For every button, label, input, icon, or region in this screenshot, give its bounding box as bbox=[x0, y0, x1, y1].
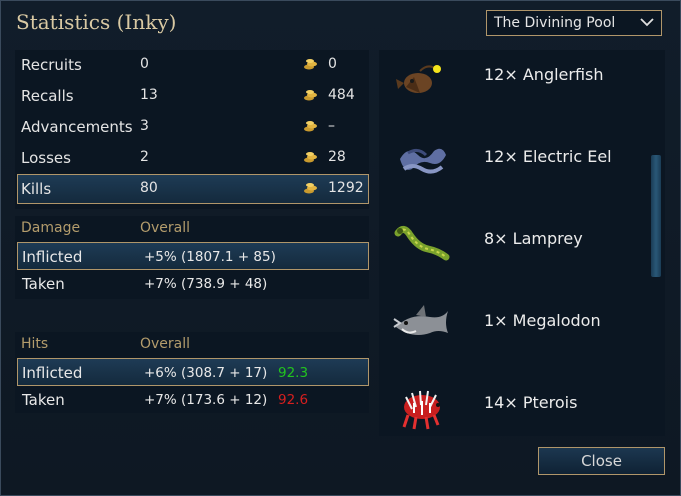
stat-row-recalls: Recalls 13 484 bbox=[17, 81, 369, 110]
chevron-down-icon bbox=[640, 18, 654, 27]
stat-label: Losses bbox=[21, 149, 71, 167]
unit-name: 14× Pterois bbox=[484, 393, 578, 412]
hits-inflicted-percent: 92.3 bbox=[278, 365, 309, 381]
stat-label: Recalls bbox=[21, 87, 74, 105]
stat-gold: 484 bbox=[328, 87, 355, 103]
hits-header: Hits bbox=[21, 336, 49, 352]
close-button[interactable]: Close bbox=[538, 447, 665, 475]
list-item[interactable]: 1× Megalodon bbox=[390, 293, 650, 353]
stat-value: 3 bbox=[140, 118, 149, 134]
gold-coins-icon bbox=[303, 118, 319, 138]
megalodon-icon bbox=[393, 305, 448, 335]
hits-taken-percent: 92.6 bbox=[278, 392, 309, 408]
hits-taken-value: +7% (173.6 + 12) bbox=[144, 392, 268, 408]
stat-row-recruits: Recruits 0 0 bbox=[17, 50, 369, 79]
list-item[interactable]: 8× Lamprey bbox=[390, 211, 650, 271]
gold-coins-icon bbox=[303, 87, 319, 107]
gold-coins-icon bbox=[303, 180, 319, 200]
electric-eel-icon bbox=[400, 148, 446, 174]
damage-taken-value: +7% (738.9 + 48) bbox=[144, 276, 268, 292]
stat-gold: 28 bbox=[328, 149, 346, 165]
damage-taken-label: Taken bbox=[22, 275, 65, 293]
stat-label: Advancements bbox=[21, 118, 133, 136]
list-item[interactable]: 14× Pterois bbox=[390, 375, 650, 435]
units-scrollbar[interactable] bbox=[651, 155, 661, 277]
hits-overall-header: Overall bbox=[140, 336, 191, 352]
pterois-icon bbox=[402, 390, 440, 430]
unit-name: 1× Megalodon bbox=[484, 311, 601, 330]
damage-taken-row: Taken +7% (738.9 + 48) bbox=[17, 270, 369, 298]
scenario-select[interactable]: The Divining Pool bbox=[486, 10, 662, 36]
stat-value: 2 bbox=[140, 149, 149, 165]
lamprey-icon bbox=[394, 226, 450, 261]
damage-inflicted-value: +5% (1807.1 + 85) bbox=[144, 249, 276, 265]
stat-value: 13 bbox=[140, 87, 158, 103]
scenario-select-value: The Divining Pool bbox=[494, 15, 616, 31]
anglerfish-icon bbox=[396, 65, 441, 93]
stat-value: 80 bbox=[140, 180, 158, 196]
hits-inflicted-value: +6% (308.7 + 17) bbox=[144, 365, 268, 381]
stat-row-kills[interactable]: Kills 80 1292 bbox=[17, 174, 369, 204]
unit-name: 8× Lamprey bbox=[484, 229, 583, 248]
dialog-title: Statistics (Inky) bbox=[16, 10, 177, 34]
stat-gold: – bbox=[328, 118, 335, 134]
list-item[interactable]: 12× Anglerfish bbox=[390, 47, 650, 107]
stat-label: Kills bbox=[21, 180, 52, 198]
hits-inflicted-label: Inflicted bbox=[22, 364, 83, 382]
hits-inflicted-row[interactable]: Inflicted +6% (308.7 + 17) 92.3 bbox=[17, 358, 369, 386]
unit-name: 12× Electric Eel bbox=[484, 147, 612, 166]
stat-value: 0 bbox=[140, 56, 149, 72]
list-item[interactable]: 12× Electric Eel bbox=[390, 129, 650, 189]
stat-gold: 1292 bbox=[328, 180, 364, 196]
damage-overall-header: Overall bbox=[140, 220, 191, 236]
damage-header: Damage bbox=[21, 220, 81, 236]
stat-row-advancements: Advancements 3 – bbox=[17, 112, 369, 141]
gold-coins-icon bbox=[303, 56, 319, 76]
unit-name: 12× Anglerfish bbox=[484, 65, 604, 84]
damage-inflicted-label: Inflicted bbox=[22, 248, 83, 266]
damage-inflicted-row[interactable]: Inflicted +5% (1807.1 + 85) bbox=[17, 242, 369, 270]
hits-taken-label: Taken bbox=[22, 391, 65, 409]
stat-row-losses: Losses 2 28 bbox=[17, 143, 369, 172]
gold-coins-icon bbox=[303, 149, 319, 169]
hits-taken-row: Taken +7% (173.6 + 12) 92.6 bbox=[17, 386, 369, 414]
stat-gold: 0 bbox=[328, 56, 337, 72]
stat-label: Recruits bbox=[21, 56, 82, 74]
